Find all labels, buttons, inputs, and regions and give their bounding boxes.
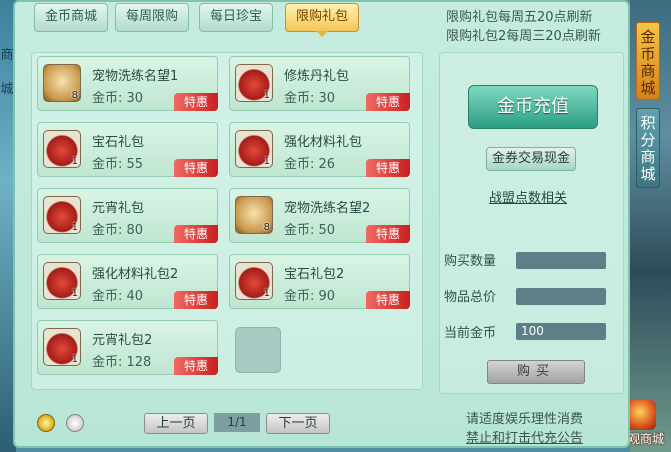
prev-page-button[interactable]: 上一页 [144, 413, 208, 434]
item-card[interactable]: 1 强化材料礼包2 金币: 40 特惠 [37, 254, 218, 309]
total-price-field [516, 288, 606, 305]
alliance-points-link[interactable]: 战盟点数相关 [489, 187, 567, 206]
refresh-notice-1: 限购礼包每周五20点刷新 [446, 10, 593, 25]
item-card[interactable]: 1 修炼丹礼包金币: 30 特惠 [229, 56, 410, 111]
tab-label: 每日珍宝 [210, 9, 263, 24]
discount-tag: 特惠 [174, 159, 218, 177]
coupon-exchange-button[interactable]: 金券交易现金 [486, 147, 576, 171]
coin-icon [37, 414, 55, 432]
discount-tag: 特惠 [366, 93, 410, 111]
item-name: 宠物洗练名望2 [284, 201, 371, 216]
next-page-button[interactable]: 下一页 [266, 413, 330, 434]
silver-coin-icon [66, 414, 84, 432]
tab-weekly-limited[interactable]: 每周限购 [115, 3, 190, 32]
item-card[interactable]: 1 元宵礼包2 金币: 128 特惠 [37, 320, 218, 375]
item-card[interactable]: 1 宝石礼包金币: 55 特惠 [37, 122, 218, 177]
total-price-label: 物品总价 [444, 290, 497, 305]
item-price: 金币: 26 [284, 157, 336, 172]
item-count: 8 [263, 222, 270, 233]
discount-tag: 特惠 [174, 93, 218, 111]
item-name: 元宵礼包2 [92, 333, 153, 348]
side-tab-points-mall-label: 积分商城 [640, 114, 656, 183]
item-card[interactable]: 1 宝石礼包2 金币: 90 特惠 [229, 254, 410, 309]
tab-label: 金币商城 [45, 9, 98, 24]
item-count: 1 [263, 90, 270, 101]
discount-tag: 特惠 [174, 225, 218, 243]
item-name: 宝石礼包 [92, 135, 145, 150]
item-price: 金币: 30 [284, 91, 336, 106]
item-price: 金币: 50 [284, 223, 336, 238]
empty-item-slot [235, 327, 281, 373]
tab-limited-gift-pack[interactable]: 限购礼包 [285, 3, 360, 37]
refresh-notice-2: 限购礼包2每周三20点刷新 [446, 29, 601, 44]
anti-proxy-recharge-link[interactable]: 禁止和打击代充公告 [466, 427, 583, 446]
gift-bag-icon: 1 [235, 130, 273, 168]
item-count: 8 [71, 90, 78, 101]
item-name: 强化材料礼包 [284, 135, 363, 150]
paw-badge-icon: 8 [43, 64, 81, 102]
item-price: 金币: 80 [92, 223, 144, 238]
gift-bag-icon: 1 [43, 328, 81, 366]
item-price: 金币: 55 [92, 157, 144, 172]
item-count: 1 [263, 288, 270, 299]
item-count: 1 [71, 222, 78, 233]
gift-bag-icon: 1 [43, 196, 81, 234]
item-card[interactable]: 8 宠物洗练名望2 金币: 50 特惠 [229, 188, 410, 243]
tab-label: 每周限购 [126, 9, 179, 24]
item-price: 金币: 40 [92, 289, 144, 304]
item-price: 金币: 128 [92, 355, 152, 370]
left-edge-text-top: 商 [0, 48, 14, 63]
buy-quantity-label: 购买数量 [444, 254, 497, 269]
item-count: 1 [263, 156, 270, 167]
item-card[interactable]: 1 强化材料礼包 金币: 26 特惠 [229, 122, 410, 177]
item-count: 1 [71, 156, 78, 167]
discount-tag: 特惠 [174, 291, 218, 309]
tab-label: 限购礼包 [296, 9, 349, 24]
item-name: 宝石礼包2 [284, 267, 345, 282]
current-gold-field: 100 [516, 323, 606, 340]
item-card[interactable]: 8 宠物洗练名望1 金币: 30 特惠 [37, 56, 218, 111]
responsible-gaming-notice: 请适度娱乐理性消费 [466, 412, 584, 427]
gift-bag-icon: 1 [235, 64, 273, 102]
side-tab-gold-mall[interactable]: 金币商城 [636, 22, 660, 100]
gold-recharge-button[interactable]: 金币充值 [468, 85, 598, 129]
tab-daily-treasure[interactable]: 每日珍宝 [199, 3, 274, 32]
item-name: 强化材料礼包2 [92, 267, 179, 282]
tab-gold-mall[interactable]: 金币商城 [34, 3, 109, 32]
gift-bag-icon: 1 [235, 262, 273, 300]
buy-button[interactable]: 购买 [487, 360, 585, 384]
paw-badge-icon: 8 [235, 196, 273, 234]
gift-bag-icon: 1 [43, 130, 81, 168]
item-price: 金币: 30 [92, 91, 144, 106]
item-name: 修炼丹礼包 [284, 69, 350, 84]
gift-bag-icon: 1 [43, 262, 81, 300]
item-count: 1 [71, 354, 78, 365]
discount-tag: 特惠 [174, 357, 218, 375]
discount-tag: 特惠 [366, 159, 410, 177]
discount-tag: 特惠 [366, 225, 410, 243]
item-card[interactable]: 1 元宵礼包金币: 80 特惠 [37, 188, 218, 243]
item-name: 宠物洗练名望1 [92, 69, 179, 84]
item-price: 金币: 90 [284, 289, 336, 304]
current-gold-label: 当前金币 [444, 326, 497, 341]
side-tab-points-mall[interactable]: 积分商城 [636, 108, 660, 188]
item-count: 1 [71, 288, 78, 299]
page-indicator: 1/1 [214, 413, 260, 432]
item-name: 元宵礼包 [92, 201, 145, 216]
left-edge-text-mid: 城 [0, 82, 14, 97]
buy-quantity-input[interactable] [516, 252, 606, 269]
side-tab-gold-mall-label: 金币商城 [640, 28, 656, 97]
discount-tag: 特惠 [366, 291, 410, 309]
